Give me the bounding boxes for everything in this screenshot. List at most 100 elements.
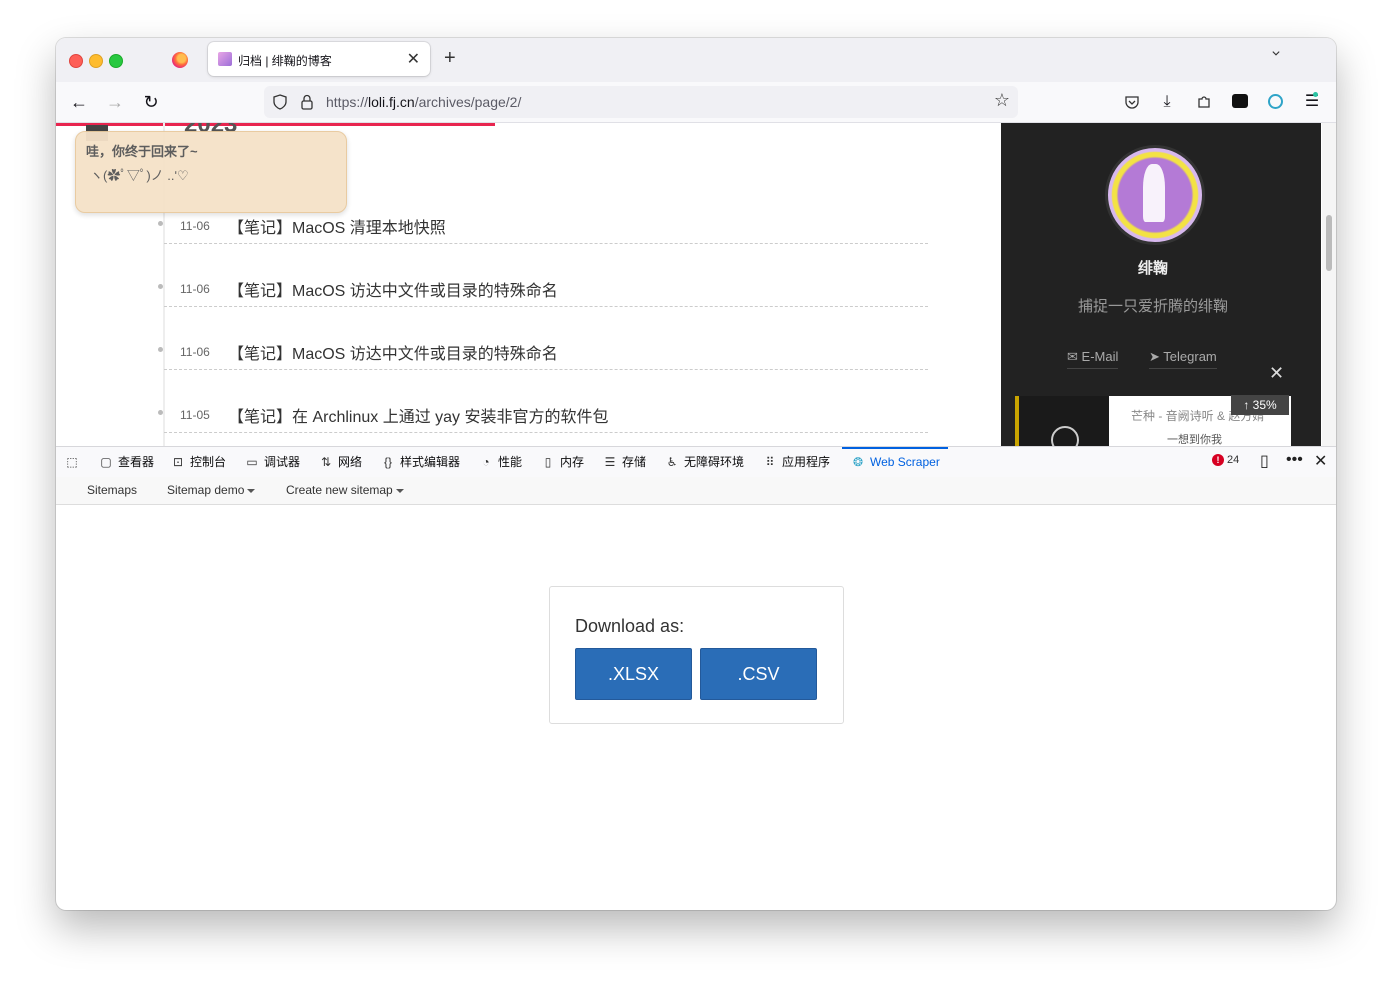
tab-style-editor[interactable]: {} 样式编辑器 bbox=[380, 447, 460, 477]
download-csv-button[interactable]: .CSV bbox=[700, 648, 817, 700]
timeline-dot bbox=[158, 410, 163, 415]
tab-application[interactable]: ⠿ 应用程序 bbox=[762, 447, 830, 477]
back-to-top-button[interactable]: ↑ 35% bbox=[1231, 395, 1289, 415]
tab-label: 内存 bbox=[560, 455, 585, 469]
forward-button[interactable]: → bbox=[103, 90, 127, 114]
tab-memory[interactable]: ▯ 内存 bbox=[540, 447, 584, 477]
post-date: 11-06 bbox=[180, 345, 210, 359]
url-path: /archives/page/2/ bbox=[414, 94, 522, 110]
mail-icon: ✉ bbox=[1067, 349, 1078, 364]
firefox-icon[interactable] bbox=[172, 52, 188, 68]
web-scraper-nav: Sitemaps Sitemap demo Create new sitemap bbox=[56, 477, 1336, 505]
nav-create-sitemap[interactable]: Create new sitemap bbox=[286, 483, 404, 497]
extension-icon[interactable] bbox=[1232, 94, 1248, 108]
bookmark-star-icon[interactable]: ☆ bbox=[994, 90, 1010, 111]
caret-down-icon bbox=[247, 488, 256, 493]
post-date: 11-06 bbox=[180, 282, 210, 296]
timeline-dot bbox=[158, 284, 163, 289]
browser-tab[interactable]: 归档 | 绯鞠的博客 ✕ bbox=[208, 42, 430, 76]
archive-post[interactable]: 11-06 【笔记】MacOS 访达中文件或目录的特殊命名 bbox=[158, 339, 928, 370]
performance-icon: ◔ bbox=[482, 455, 490, 469]
song-lyric: 一想到你我 bbox=[1167, 434, 1222, 446]
post-date: 11-06 bbox=[180, 219, 210, 233]
close-icon[interactable]: ✕ bbox=[1269, 363, 1284, 384]
album-cover bbox=[1015, 396, 1109, 446]
tab-performance[interactable]: ◔ 性能 bbox=[478, 447, 522, 477]
post-title-link[interactable]: 【笔记】MacOS 清理本地快照 bbox=[228, 214, 446, 238]
blog-avatar[interactable] bbox=[1105, 145, 1205, 245]
nav-label: Sitemap demo bbox=[167, 483, 245, 497]
browser-window: 归档 | 绯鞠的博客 ✕ + ← → ↻ https://loli.fj.cn/… bbox=[56, 38, 1336, 910]
mascot-speech-bubble: 哇，你终于回来了~ ヽ(✿ﾟ▽ﾟ)ノ ..ʹ♡ bbox=[75, 131, 347, 213]
tab-label: 网络 bbox=[338, 455, 363, 469]
menu-icon[interactable]: ☰ bbox=[1300, 90, 1324, 114]
tab-console[interactable]: ⊡ 控制台 bbox=[170, 447, 226, 477]
web-scraper-icon: ❂ bbox=[852, 455, 864, 469]
web-scraper-extension-icon[interactable] bbox=[1268, 94, 1283, 109]
telegram-label: Telegram bbox=[1163, 349, 1217, 364]
new-tab-button[interactable]: + bbox=[444, 47, 456, 70]
tab-label: 无障碍环境 bbox=[684, 455, 745, 469]
telegram-link[interactable]: ➤ Telegram bbox=[1149, 349, 1217, 369]
nav-sitemaps[interactable]: Sitemaps bbox=[87, 483, 137, 497]
update-dot-icon bbox=[1313, 92, 1318, 97]
responsive-design-icon[interactable]: ▯ bbox=[1260, 451, 1269, 471]
error-icon: ! bbox=[1212, 454, 1224, 466]
back-button[interactable]: ← bbox=[67, 90, 91, 114]
site-favicon-icon bbox=[218, 52, 232, 66]
element-picker-icon[interactable]: ⬚ bbox=[64, 447, 84, 477]
archive-post[interactable]: 11-05 【笔记】在 Archlinux 上通过 yay 安装非官方的软件包 bbox=[158, 402, 928, 433]
url-text[interactable]: https://loli.fj.cn/archives/page/2/ bbox=[326, 94, 521, 110]
scrollbar-thumb[interactable] bbox=[1326, 215, 1332, 271]
post-title-link[interactable]: 【笔记】在 Archlinux 上通过 yay 安装非官方的软件包 bbox=[228, 403, 609, 427]
play-icon[interactable] bbox=[1051, 426, 1079, 446]
tab-web-scraper[interactable]: ❂ Web Scraper bbox=[842, 447, 948, 479]
shield-icon[interactable] bbox=[272, 94, 288, 110]
tab-strip: 归档 | 绯鞠的博客 ✕ + bbox=[56, 38, 1336, 82]
downloads-icon[interactable]: ⤓ bbox=[1155, 90, 1179, 114]
devtools-toolbar: ⬚ ▢ 查看器 ⊡ 控制台 ▭ 调试器 ⇅ 网络 {} 样式编辑器 ◔ 性能 ▯ 内存 ☰ 存储… bbox=[56, 446, 1336, 478]
zoom-window-button[interactable] bbox=[109, 54, 123, 68]
tab-debugger[interactable]: ▭ 调试器 bbox=[244, 447, 300, 477]
tab-network[interactable]: ⇅ 网络 bbox=[318, 447, 362, 477]
post-title-link[interactable]: 【笔记】MacOS 访达中文件或目录的特殊命名 bbox=[228, 277, 558, 301]
scroll-percent: 35% bbox=[1252, 398, 1277, 412]
archive-post[interactable]: 11-06 【笔记】MacOS 清理本地快照 bbox=[158, 213, 928, 244]
tab-storage[interactable]: ☰ 存储 bbox=[602, 447, 646, 477]
tab-label: 性能 bbox=[498, 455, 523, 469]
tab-accessibility[interactable]: ♿ 无障碍环境 bbox=[664, 447, 744, 477]
accessibility-icon: ♿ bbox=[666, 455, 678, 469]
chevron-down-icon[interactable] bbox=[1270, 50, 1282, 58]
minimize-window-button[interactable] bbox=[89, 54, 103, 68]
email-link[interactable]: ✉ E-Mail bbox=[1067, 349, 1119, 369]
tab-label: 控制台 bbox=[190, 455, 227, 469]
close-window-button[interactable] bbox=[69, 54, 83, 68]
post-title-link[interactable]: 【笔记】MacOS 访达中文件或目录的特殊命名 bbox=[228, 340, 558, 364]
pocket-icon[interactable] bbox=[1124, 94, 1140, 110]
close-devtools-icon[interactable]: ✕ bbox=[1314, 451, 1327, 471]
close-tab-icon[interactable]: ✕ bbox=[407, 49, 420, 69]
error-count: 24 bbox=[1227, 454, 1240, 466]
timeline-dot bbox=[158, 347, 163, 352]
more-options-icon[interactable]: ••• bbox=[1286, 451, 1303, 469]
page-scrollbar[interactable] bbox=[1322, 123, 1336, 446]
archive-post[interactable]: 11-06 【笔记】MacOS 访达中文件或目录的特殊命名 bbox=[158, 276, 928, 307]
extensions-icon[interactable] bbox=[1196, 94, 1212, 110]
lock-icon[interactable] bbox=[300, 94, 314, 110]
reload-button[interactable]: ↻ bbox=[139, 90, 163, 114]
tab-inspector[interactable]: ▢ 查看器 bbox=[98, 447, 154, 477]
url-bar[interactable]: https://loli.fj.cn/archives/page/2/ ☆ bbox=[264, 86, 1018, 118]
nav-label: Create new sitemap bbox=[286, 483, 393, 497]
tab-label: 查看器 bbox=[118, 455, 155, 469]
post-date: 11-05 bbox=[180, 408, 210, 422]
inspector-icon: ▢ bbox=[100, 455, 112, 469]
debugger-icon: ▭ bbox=[246, 455, 258, 469]
memory-icon: ▯ bbox=[544, 455, 552, 469]
download-title: Download as: bbox=[575, 616, 685, 636]
timeline-dot bbox=[158, 221, 163, 226]
download-xlsx-button[interactable]: .XLSX bbox=[575, 648, 692, 700]
nav-sitemap-demo[interactable]: Sitemap demo bbox=[167, 483, 256, 497]
error-count-badge[interactable]: ! 24 bbox=[1212, 454, 1239, 466]
reading-progress-bar bbox=[56, 123, 495, 126]
network-icon: ⇅ bbox=[320, 455, 332, 469]
